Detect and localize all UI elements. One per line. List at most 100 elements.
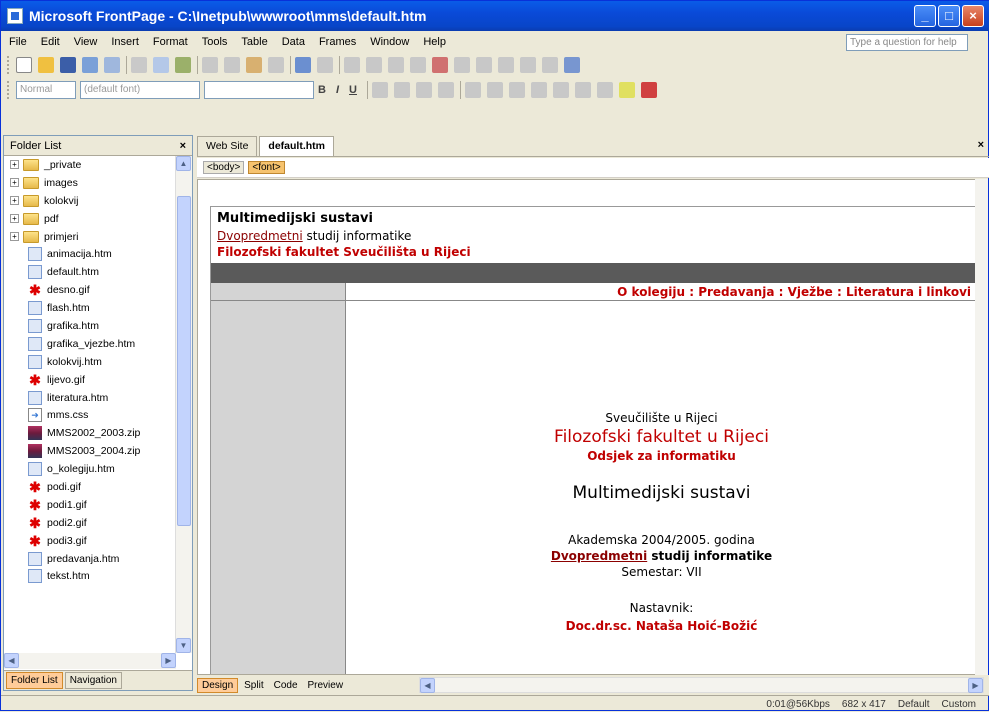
- menu-table[interactable]: Table: [241, 36, 267, 48]
- search-icon[interactable]: [82, 57, 98, 73]
- close-document-icon[interactable]: ×: [978, 139, 984, 151]
- folder-list-hscrollbar[interactable]: ◀ ▶: [4, 653, 176, 669]
- file-item[interactable]: ✱ lijevo.gif: [4, 371, 176, 389]
- menu-edit[interactable]: Edit: [41, 36, 60, 48]
- insert-layer-icon[interactable]: [388, 57, 404, 73]
- tab-default-htm[interactable]: default.htm: [259, 136, 335, 156]
- maximize-button[interactable]: □: [938, 5, 960, 27]
- refresh-icon[interactable]: [476, 57, 492, 73]
- borders-icon[interactable]: [596, 82, 613, 98]
- tab-web-site[interactable]: Web Site: [197, 136, 258, 156]
- toolbar-grip[interactable]: [7, 56, 10, 74]
- toolbar-grip[interactable]: [7, 81, 10, 99]
- increase-font-icon[interactable]: [464, 82, 481, 98]
- copy-icon[interactable]: [224, 57, 240, 73]
- scroll-right-icon[interactable]: ▶: [161, 653, 176, 668]
- underline-button[interactable]: U: [349, 84, 357, 96]
- bullets-icon[interactable]: [530, 82, 547, 98]
- file-item[interactable]: MMS2002_2003.zip: [4, 424, 176, 442]
- scroll-left-icon[interactable]: ◀: [4, 653, 19, 668]
- hyperlink-icon[interactable]: [454, 57, 470, 73]
- page-hscrollbar[interactable]: ◀ ▶: [419, 677, 984, 693]
- save-icon[interactable]: [60, 57, 76, 73]
- file-item[interactable]: ➜ mms.css: [4, 406, 176, 424]
- cut-icon[interactable]: [202, 57, 218, 73]
- insert-picture-icon[interactable]: [410, 57, 426, 73]
- justify-icon[interactable]: [437, 82, 454, 98]
- folder-item[interactable]: + images: [4, 174, 176, 192]
- tag-font[interactable]: <font>: [248, 161, 285, 174]
- highlight-icon[interactable]: [618, 82, 635, 98]
- menu-format[interactable]: Format: [153, 36, 188, 48]
- folder-item[interactable]: + _private: [4, 156, 176, 174]
- scroll-right-icon[interactable]: ▶: [968, 678, 983, 693]
- file-item[interactable]: animacija.htm: [4, 245, 176, 263]
- status-mode-default[interactable]: Default: [898, 699, 930, 710]
- menu-insert[interactable]: Insert: [111, 36, 139, 48]
- align-center-icon[interactable]: [393, 82, 410, 98]
- insert-table-icon[interactable]: [366, 57, 382, 73]
- file-item[interactable]: ✱ podi3.gif: [4, 532, 176, 550]
- file-item[interactable]: grafika.htm: [4, 317, 176, 335]
- nav-links[interactable]: O kolegiju : Predavanja : Vježbe : Liter…: [211, 283, 976, 301]
- menu-tools[interactable]: Tools: [202, 36, 228, 48]
- status-mode-custom[interactable]: Custom: [942, 699, 976, 710]
- align-right-icon[interactable]: [415, 82, 432, 98]
- show-all-icon[interactable]: [520, 57, 536, 73]
- close-panel-icon[interactable]: ×: [180, 140, 186, 152]
- file-item[interactable]: flash.htm: [4, 299, 176, 317]
- tab-design[interactable]: Design: [197, 677, 239, 693]
- publish-icon[interactable]: [104, 57, 120, 73]
- decrease-font-icon[interactable]: [486, 82, 503, 98]
- menu-data[interactable]: Data: [282, 36, 305, 48]
- tab-preview[interactable]: Preview: [304, 679, 348, 692]
- title-bar[interactable]: Microsoft FrontPage - C:\Inetpub\wwwroot…: [1, 1, 989, 31]
- menu-file[interactable]: File: [9, 36, 27, 48]
- tab-folder-list[interactable]: Folder List: [6, 672, 63, 689]
- expand-icon[interactable]: +: [10, 160, 19, 170]
- italic-button[interactable]: I: [336, 84, 339, 96]
- expand-icon[interactable]: +: [10, 214, 19, 224]
- folder-list-scrollbar[interactable]: ▲ ▼: [175, 156, 192, 653]
- expand-icon[interactable]: +: [10, 232, 19, 241]
- help-search-input[interactable]: Type a question for help: [846, 34, 968, 51]
- menu-view[interactable]: View: [74, 36, 98, 48]
- file-item[interactable]: tekst.htm: [4, 567, 176, 585]
- design-view[interactable]: Multimedijski sustavi Dvopredmetni studi…: [197, 179, 977, 675]
- teacher-name[interactable]: Doc.dr.sc. Nataša Hoić-Božić: [346, 619, 976, 633]
- file-item[interactable]: ✱ podi1.gif: [4, 496, 176, 514]
- expand-icon[interactable]: +: [10, 178, 19, 188]
- close-button[interactable]: ×: [962, 5, 984, 27]
- scroll-up-icon[interactable]: ▲: [176, 156, 191, 171]
- folder-item[interactable]: + primjeri: [4, 228, 176, 246]
- header-sub-link[interactable]: Dvopredmetni: [217, 229, 303, 243]
- study-link[interactable]: Dvopredmetni: [551, 549, 647, 563]
- style-select[interactable]: Normal: [16, 81, 76, 99]
- scroll-thumb[interactable]: [177, 196, 191, 526]
- file-item[interactable]: ✱ desno.gif: [4, 281, 176, 299]
- file-item[interactable]: kolokvij.htm: [4, 353, 176, 371]
- print-icon[interactable]: [131, 57, 147, 73]
- preview-icon[interactable]: [153, 57, 169, 73]
- layer-icon[interactable]: [542, 57, 558, 73]
- file-item[interactable]: literatura.htm: [4, 389, 176, 407]
- file-item[interactable]: predavanja.htm: [4, 550, 176, 568]
- folder-item[interactable]: + kolokvij: [4, 192, 176, 210]
- increase-indent-icon[interactable]: [574, 82, 591, 98]
- help-icon[interactable]: [564, 57, 580, 73]
- tab-navigation[interactable]: Navigation: [64, 672, 122, 689]
- page-scrollbar[interactable]: [975, 179, 988, 675]
- bold-button[interactable]: B: [318, 84, 326, 96]
- menu-window[interactable]: Window: [370, 36, 409, 48]
- file-item[interactable]: ✱ podi2.gif: [4, 514, 176, 532]
- font-color-icon[interactable]: [640, 82, 657, 98]
- tag-body[interactable]: <body>: [203, 161, 245, 174]
- expand-icon[interactable]: +: [10, 196, 19, 206]
- open-icon[interactable]: [38, 57, 54, 73]
- scroll-down-icon[interactable]: ▼: [176, 638, 191, 653]
- paste-icon[interactable]: [246, 57, 262, 73]
- redo-icon[interactable]: [317, 57, 333, 73]
- format-painter-icon[interactable]: [268, 57, 284, 73]
- file-item[interactable]: grafika_vjezbe.htm: [4, 335, 176, 353]
- font-size-select[interactable]: [204, 81, 314, 99]
